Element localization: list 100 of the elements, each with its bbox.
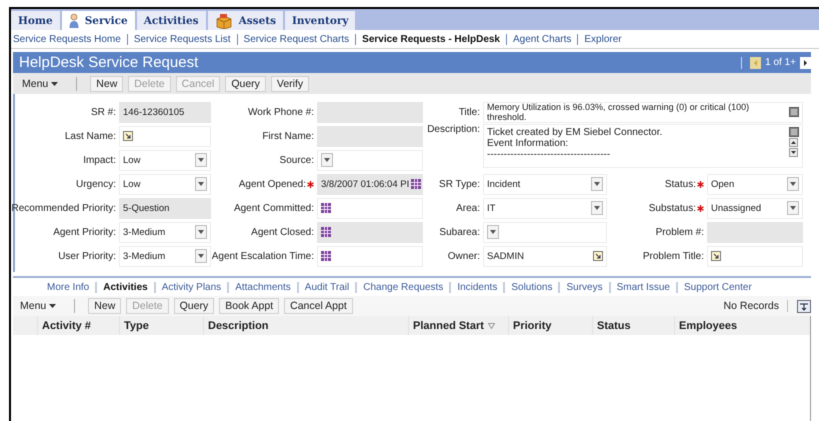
nav-link[interactable]: Service Requests Home <box>13 34 127 44</box>
menu-button[interactable]: Menu <box>17 76 64 90</box>
list-options-icon[interactable] <box>797 300 811 312</box>
text-field[interactable]: 5-Question <box>119 198 211 218</box>
text-field[interactable] <box>317 126 423 146</box>
view-tab[interactable]: Support Center <box>676 282 758 292</box>
box-icon <box>214 12 233 28</box>
toolbar-button[interactable]: Book Appt <box>219 298 280 314</box>
date-field[interactable] <box>317 222 423 242</box>
field-label: SR #: <box>90 106 116 118</box>
field-label: Agent Escalation Time: <box>212 250 314 262</box>
field-label: Area: <box>456 202 480 214</box>
column-header[interactable]: Employees <box>674 316 810 335</box>
toolbar-button[interactable]: New <box>88 298 122 314</box>
expand-icon <box>789 107 799 117</box>
toolbar-button[interactable]: New <box>90 76 124 92</box>
dropdown-field[interactable] <box>483 222 607 242</box>
view-tab[interactable]: Activities <box>95 282 154 292</box>
column-header[interactable]: Type <box>119 316 203 335</box>
field-label: Agent Closed: <box>251 226 314 238</box>
column-header[interactable]: Description <box>203 316 408 335</box>
view-tab[interactable]: Surveys <box>558 282 609 292</box>
record-status: No Records <box>724 300 788 312</box>
scroll-up-icon[interactable] <box>789 138 798 147</box>
nav-link[interactable]: Agent Charts <box>506 34 578 44</box>
field-label: User Priority: <box>58 250 116 262</box>
toolbar-button[interactable]: Query <box>174 298 214 314</box>
applet-title: HelpDesk Service Request <box>19 54 198 71</box>
field-label: First Name: <box>262 130 314 142</box>
column-header[interactable]: Priority <box>508 316 592 335</box>
view-tab[interactable]: More Info <box>41 282 96 292</box>
field-label: Urgency: <box>76 178 116 190</box>
text-field[interactable]: 146-12360105 <box>119 102 211 122</box>
pick-icon <box>593 251 603 261</box>
field-label: Agent Opened: <box>238 178 306 190</box>
nav-tab[interactable]: Assets <box>208 11 284 30</box>
menu-button[interactable]: Menu <box>15 299 62 313</box>
calendar-icon <box>321 203 331 213</box>
nav-link[interactable]: Service Request Charts <box>236 34 356 44</box>
view-tab[interactable]: Incidents <box>449 282 504 292</box>
text-field[interactable]: Memory Utilization is 96.03%, crossed warning (0) or critical (100) threshold. <box>483 102 803 122</box>
dropdown-field[interactable]: 3-Medium <box>119 222 211 242</box>
calendar-icon <box>411 179 422 189</box>
nav-tab[interactable]: Service <box>62 11 135 30</box>
dropdown-field[interactable]: Low <box>119 150 211 170</box>
text-field[interactable] <box>317 102 423 122</box>
view-tab[interactable]: Solutions <box>503 282 558 292</box>
dropdown-field[interactable] <box>317 150 423 170</box>
text-field[interactable] <box>707 222 803 242</box>
field-label: Impact: <box>83 154 116 166</box>
next-record-icon[interactable] <box>800 56 811 68</box>
field-label: Problem Title: <box>642 250 704 262</box>
view-tab[interactable]: Smart Issue <box>608 282 676 292</box>
date-field[interactable] <box>317 246 423 266</box>
pick-field[interactable]: SADMIN <box>483 246 607 266</box>
field-label: Title: <box>458 106 480 118</box>
view-tab[interactable]: Attachments <box>227 282 297 292</box>
nav-tab[interactable]: Activities <box>136 11 206 30</box>
column-header[interactable]: Planned Start <box>408 316 508 335</box>
pick-field[interactable] <box>119 126 211 146</box>
dropdown-field[interactable]: IT <box>483 198 607 218</box>
field-label: Description: <box>427 124 480 135</box>
pick-icon <box>711 251 721 261</box>
toolbar-button[interactable]: Query <box>225 76 266 92</box>
column-header[interactable]: Status <box>592 316 674 335</box>
text-area[interactable]: Ticket created by EM Siebel Connector. Event Information: ------------------------------------- <box>483 124 803 168</box>
view-tab[interactable]: Audit Trail <box>296 282 356 292</box>
nav-tab[interactable]: Home <box>11 11 60 30</box>
dropdown-field[interactable]: Incident <box>483 174 607 194</box>
field-label: Agent Committed: <box>234 202 314 214</box>
dropdown-field[interactable]: 3-Medium <box>119 246 211 266</box>
view-tab[interactable]: Activity Plans <box>154 282 228 292</box>
column-header[interactable]: Activity # <box>37 316 119 335</box>
field-label: Status: <box>664 178 696 190</box>
calendar-icon <box>321 251 331 261</box>
record-count: 1 of 1+ <box>765 57 796 68</box>
toolbar-button[interactable]: Verify <box>270 76 310 92</box>
nav-link[interactable]: Service Requests List <box>126 34 237 44</box>
pick-field[interactable] <box>707 246 803 266</box>
view-tab[interactable]: Change Requests <box>355 282 450 292</box>
dropdown-field[interactable]: Unassigned <box>707 198 803 218</box>
field-label: Source: <box>280 154 314 166</box>
field-label: Work Phone #: <box>248 106 314 118</box>
nav-link[interactable]: Explorer <box>577 34 628 44</box>
field-label: Last Name: <box>64 130 116 142</box>
nav-link[interactable]: Service Requests - HelpDesk <box>355 34 506 44</box>
person-icon <box>68 13 79 28</box>
field-label: Recommended Priority: <box>12 202 116 214</box>
toolbar-button[interactable]: Cancel Appt <box>284 298 353 314</box>
field-label: SR Type: <box>439 178 480 190</box>
expand-icon <box>789 127 799 137</box>
scroll-down-icon[interactable] <box>789 148 798 157</box>
date-field[interactable]: 3/8/2007 01:06:04 PI <box>317 174 423 194</box>
calendar-icon <box>321 227 331 237</box>
dropdown-field[interactable]: Open <box>707 174 803 194</box>
date-field[interactable] <box>317 198 423 218</box>
nav-tab[interactable]: Inventory <box>285 11 356 30</box>
field-label: Substatus: <box>648 202 696 214</box>
field-label: Owner: <box>448 250 480 262</box>
dropdown-field[interactable]: Low <box>119 174 211 194</box>
